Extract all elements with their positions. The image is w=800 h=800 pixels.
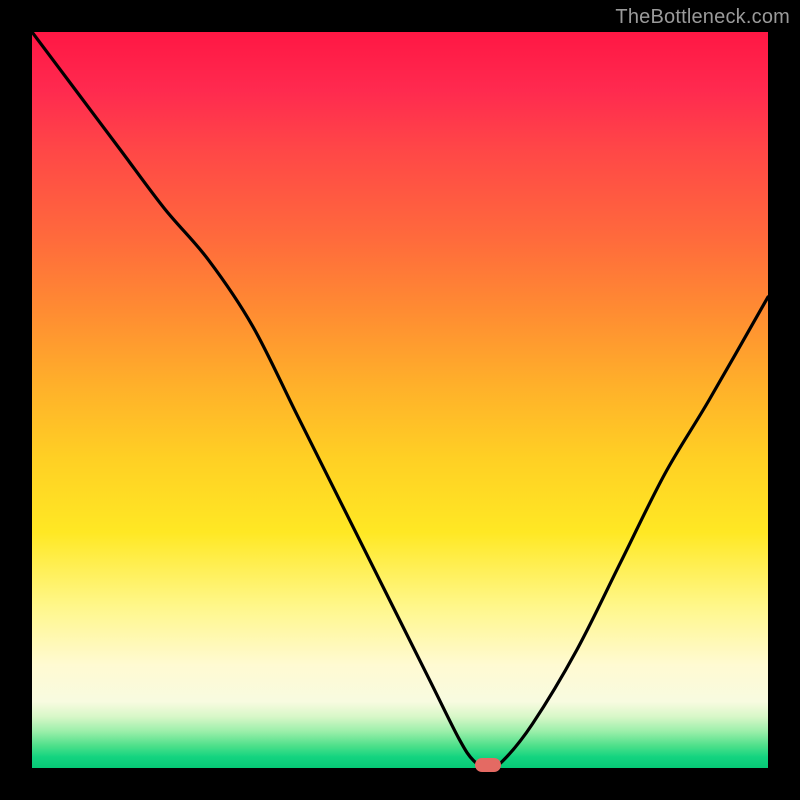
optimal-point-marker [475, 758, 501, 772]
plot-background-gradient [32, 32, 768, 768]
chart-frame: TheBottleneck.com [0, 0, 800, 800]
attribution-text: TheBottleneck.com [615, 6, 790, 29]
